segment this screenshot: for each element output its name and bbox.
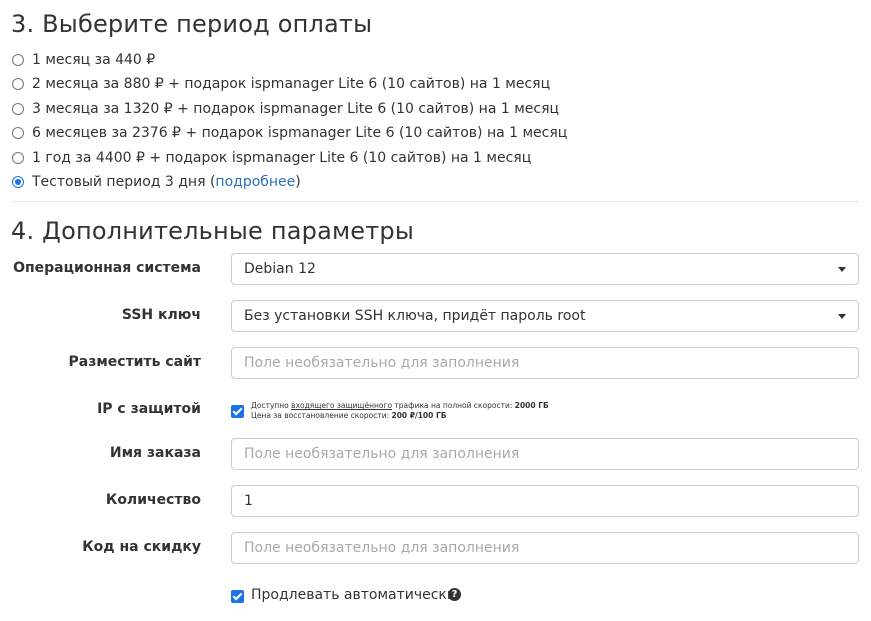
order-name-label: Имя заказа — [109, 445, 201, 461]
period-option-1-year[interactable]: 1 год за 4400 ₽ + подарок ispmanager Lit… — [12, 148, 531, 168]
radio-button-selected[interactable] — [12, 176, 24, 188]
order-name-input[interactable]: Поле необязательно для заполнения — [231, 438, 859, 470]
auto-renew-checkbox[interactable] — [231, 590, 244, 603]
ip-protection-label: IP с защитой — [97, 401, 201, 417]
site-input-placeholder: Поле необязательно для заполнения — [244, 355, 520, 371]
section-divider — [12, 201, 859, 202]
os-label: Операционная система — [13, 260, 201, 276]
period-option-1-month[interactable]: 1 месяц за 440 ₽ — [12, 50, 155, 70]
ssh-key-label: SSH ключ — [121, 307, 201, 323]
os-select-value: Debian 12 — [244, 261, 316, 277]
period-option-label: 2 месяца за 880 ₽ + подарок ispmanager L… — [32, 76, 551, 92]
quantity-value: 1 — [244, 493, 253, 509]
caret-down-icon — [838, 267, 846, 272]
question-circle-icon[interactable]: ? — [448, 588, 461, 601]
radio-button[interactable] — [12, 103, 24, 115]
ip-info-underlined: входящего защищённого — [291, 401, 393, 410]
quantity-input[interactable]: 1 — [231, 485, 859, 517]
site-input[interactable]: Поле необязательно для заполнения — [231, 347, 859, 379]
period-option-trial[interactable]: Тестовый период 3 дня (подробнее) — [12, 172, 301, 192]
ip-price-info: Цена за восстановление скорости: 200 ₽/1… — [251, 411, 446, 421]
discount-code-input[interactable]: Поле необязательно для заполнения — [231, 532, 859, 564]
radio-button[interactable] — [12, 54, 24, 66]
caret-down-icon — [838, 314, 846, 319]
section-3-title: 3. Выберите период оплаты — [11, 10, 373, 38]
ip-price-text: Цена за восстановление скорости: — [251, 411, 392, 420]
section-4-title: 4. Дополнительные параметры — [11, 217, 415, 245]
period-option-6-months[interactable]: 6 месяцев за 2376 ₽ + подарок ispmanager… — [12, 123, 567, 143]
ip-traffic-info: Доступно входящего защищённого трафика н… — [251, 401, 549, 411]
ip-price-value: 200 ₽/100 ГБ — [391, 411, 447, 420]
ip-protection-checkbox[interactable] — [231, 405, 244, 418]
site-label: Разместить сайт — [68, 354, 201, 370]
ssh-key-select[interactable]: Без установки SSH ключа, придёт пароль r… — [231, 300, 859, 332]
details-link[interactable]: подробнее — [215, 174, 295, 190]
discount-code-label: Код на скидку — [82, 539, 201, 555]
auto-renew-label: Продлевать автоматически — [251, 587, 456, 603]
order-name-placeholder: Поле необязательно для заполнения — [244, 446, 520, 462]
ip-info-text: трафика на полной скорости: — [392, 401, 515, 410]
quantity-label: Количество — [105, 492, 201, 508]
period-option-suffix: ) — [295, 174, 301, 190]
period-option-label: Тестовый период 3 дня ( — [32, 174, 216, 190]
period-option-label: 1 месяц за 440 ₽ — [32, 52, 156, 68]
period-option-label: 1 год за 4400 ₽ + подарок ispmanager Lit… — [32, 150, 532, 166]
radio-button[interactable] — [12, 152, 24, 164]
radio-button[interactable] — [12, 78, 24, 90]
ip-info-text: Доступно — [251, 401, 292, 410]
period-option-label: 6 месяцев за 2376 ₽ + подарок ispmanager… — [32, 125, 568, 141]
os-select[interactable]: Debian 12 — [231, 253, 859, 285]
period-option-label: 3 месяца за 1320 ₽ + подарок ispmanager … — [32, 101, 560, 117]
period-option-2-months[interactable]: 2 месяца за 880 ₽ + подарок ispmanager L… — [12, 74, 550, 94]
period-option-3-months[interactable]: 3 месяца за 1320 ₽ + подарок ispmanager … — [12, 99, 559, 119]
discount-code-placeholder: Поле необязательно для заполнения — [244, 540, 520, 556]
ssh-key-select-value: Без установки SSH ключа, придёт пароль r… — [244, 308, 586, 324]
ip-info-traffic-value: 2000 ГБ — [514, 401, 549, 410]
radio-button[interactable] — [12, 127, 24, 139]
